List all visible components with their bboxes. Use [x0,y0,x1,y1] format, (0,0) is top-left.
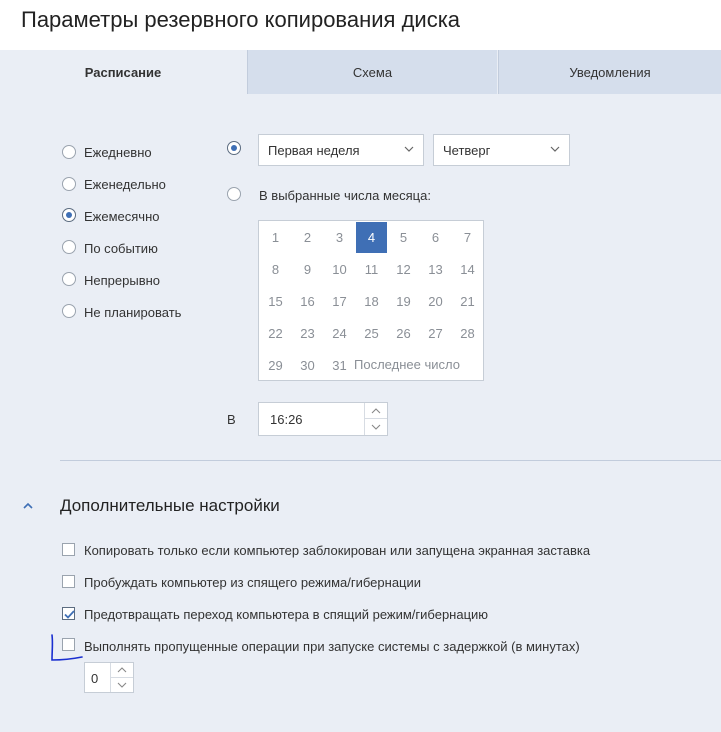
radio-weekly[interactable] [62,177,76,191]
calendar-day[interactable]: 12 [388,254,419,285]
checkbox-wake-computer[interactable] [62,575,75,588]
calendar-day[interactable]: 6 [420,222,451,253]
time-field[interactable]: 16:26 [258,402,388,436]
calendar-day[interactable]: 1 [260,222,291,253]
time-label: В [227,412,236,427]
checkbox-locked-only[interactable] [62,543,75,556]
calendar-day[interactable]: 10 [324,254,355,285]
radio-no-schedule[interactable] [62,304,76,318]
last-day-option[interactable]: Последнее число [354,349,460,380]
day-calendar: Последнее число 1 2 3 4 5 6 7 8 9 10 11 12 13 14 15 16 1… [258,220,484,381]
advanced-settings-title: Дополнительные настройки [60,496,280,515]
section-divider [60,460,721,461]
tab-scheme[interactable]: Схема [247,50,497,94]
chevron-up-icon [117,666,127,673]
checkmark-icon [64,610,75,619]
calendar-day[interactable]: 22 [260,318,291,349]
tab-schedule[interactable]: Расписание [0,50,246,94]
weekday-select-value: Четверг [443,142,491,158]
radio-continuous[interactable] [62,272,76,286]
calendar-day[interactable]: 9 [292,254,323,285]
calendar-day[interactable]: 11 [356,254,387,285]
radio-daily[interactable] [62,145,76,159]
delay-spinner [110,663,133,692]
time-value: 16:26 [270,412,303,427]
calendar-day[interactable]: 4 [356,222,387,253]
calendar-day[interactable]: 31 [324,350,355,381]
time-decrement-button[interactable] [365,419,387,435]
delay-decrement-button[interactable] [111,678,133,693]
weekday-select[interactable]: Четверг [433,134,570,166]
chevron-down-icon [404,146,414,152]
chevron-down-icon [117,682,127,688]
tab-bar: Расписание Схема Уведомления [0,50,721,94]
radio-weekly-label: Еженедельно [84,177,166,192]
calendar-day[interactable]: 30 [292,350,323,381]
delay-minutes-value: 0 [91,671,99,686]
tab-notifications[interactable]: Уведомления [498,50,721,94]
calendar-day[interactable]: 23 [292,318,323,349]
calendar-day[interactable]: 24 [324,318,355,349]
time-spinner [364,403,387,435]
radio-continuous-label: Непрерывно [84,273,161,288]
week-select-value: Первая неделя [268,142,360,158]
window-title: Параметры резервного копирования диска [21,7,461,32]
checkbox-prevent-sleep-label: Предотвращать переход компьютера в спящи… [84,607,489,622]
checkbox-locked-only-label: Копировать только если компьютер заблоки… [84,543,591,558]
checkbox-run-missed-label: Выполнять пропущенные операции при запус… [84,639,580,654]
chevron-down-icon [371,424,381,430]
calendar-day[interactable]: 13 [420,254,451,285]
radio-dates-mode[interactable] [227,187,241,201]
window-header: Параметры резервного копирования диска [0,0,721,50]
radio-monthly[interactable] [62,208,76,222]
chevron-up-icon[interactable] [21,499,35,513]
radio-no-schedule-label: Не планировать [84,305,182,320]
calendar-day[interactable]: 3 [324,222,355,253]
calendar-day[interactable]: 29 [260,350,291,381]
radio-monthly-label: Ежемесячно [84,209,160,224]
calendar-day[interactable]: 28 [452,318,483,349]
radio-daily-label: Ежедневно [84,145,152,160]
calendar-day[interactable]: 7 [452,222,483,253]
annotation-mark [51,634,83,661]
calendar-day[interactable]: 21 [452,286,483,317]
delay-increment-button[interactable] [111,663,133,678]
time-increment-button[interactable] [365,403,387,419]
chevron-up-icon [371,407,381,413]
checkbox-wake-computer-label: Пробуждать компьютер из спящего режима/г… [84,575,422,590]
calendar-day[interactable]: 16 [292,286,323,317]
delay-minutes-field[interactable]: 0 [84,662,134,693]
dates-mode-label: В выбранные числа месяца: [259,188,431,203]
calendar-day[interactable]: 2 [292,222,323,253]
calendar-day[interactable]: 25 [356,318,387,349]
checkbox-prevent-sleep[interactable] [62,607,75,620]
chevron-down-icon [550,146,560,152]
calendar-day[interactable]: 27 [420,318,451,349]
radio-week-mode[interactable] [227,141,241,155]
calendar-day[interactable]: 15 [260,286,291,317]
calendar-day[interactable]: 26 [388,318,419,349]
calendar-day[interactable]: 14 [452,254,483,285]
calendar-day[interactable]: 5 [388,222,419,253]
radio-on-event-label: По событию [84,241,158,256]
calendar-day[interactable]: 17 [324,286,355,317]
week-select[interactable]: Первая неделя [258,134,424,166]
calendar-day[interactable]: 8 [260,254,291,285]
radio-on-event[interactable] [62,240,76,254]
calendar-day[interactable]: 20 [420,286,451,317]
calendar-day[interactable]: 18 [356,286,387,317]
calendar-day[interactable]: 19 [388,286,419,317]
